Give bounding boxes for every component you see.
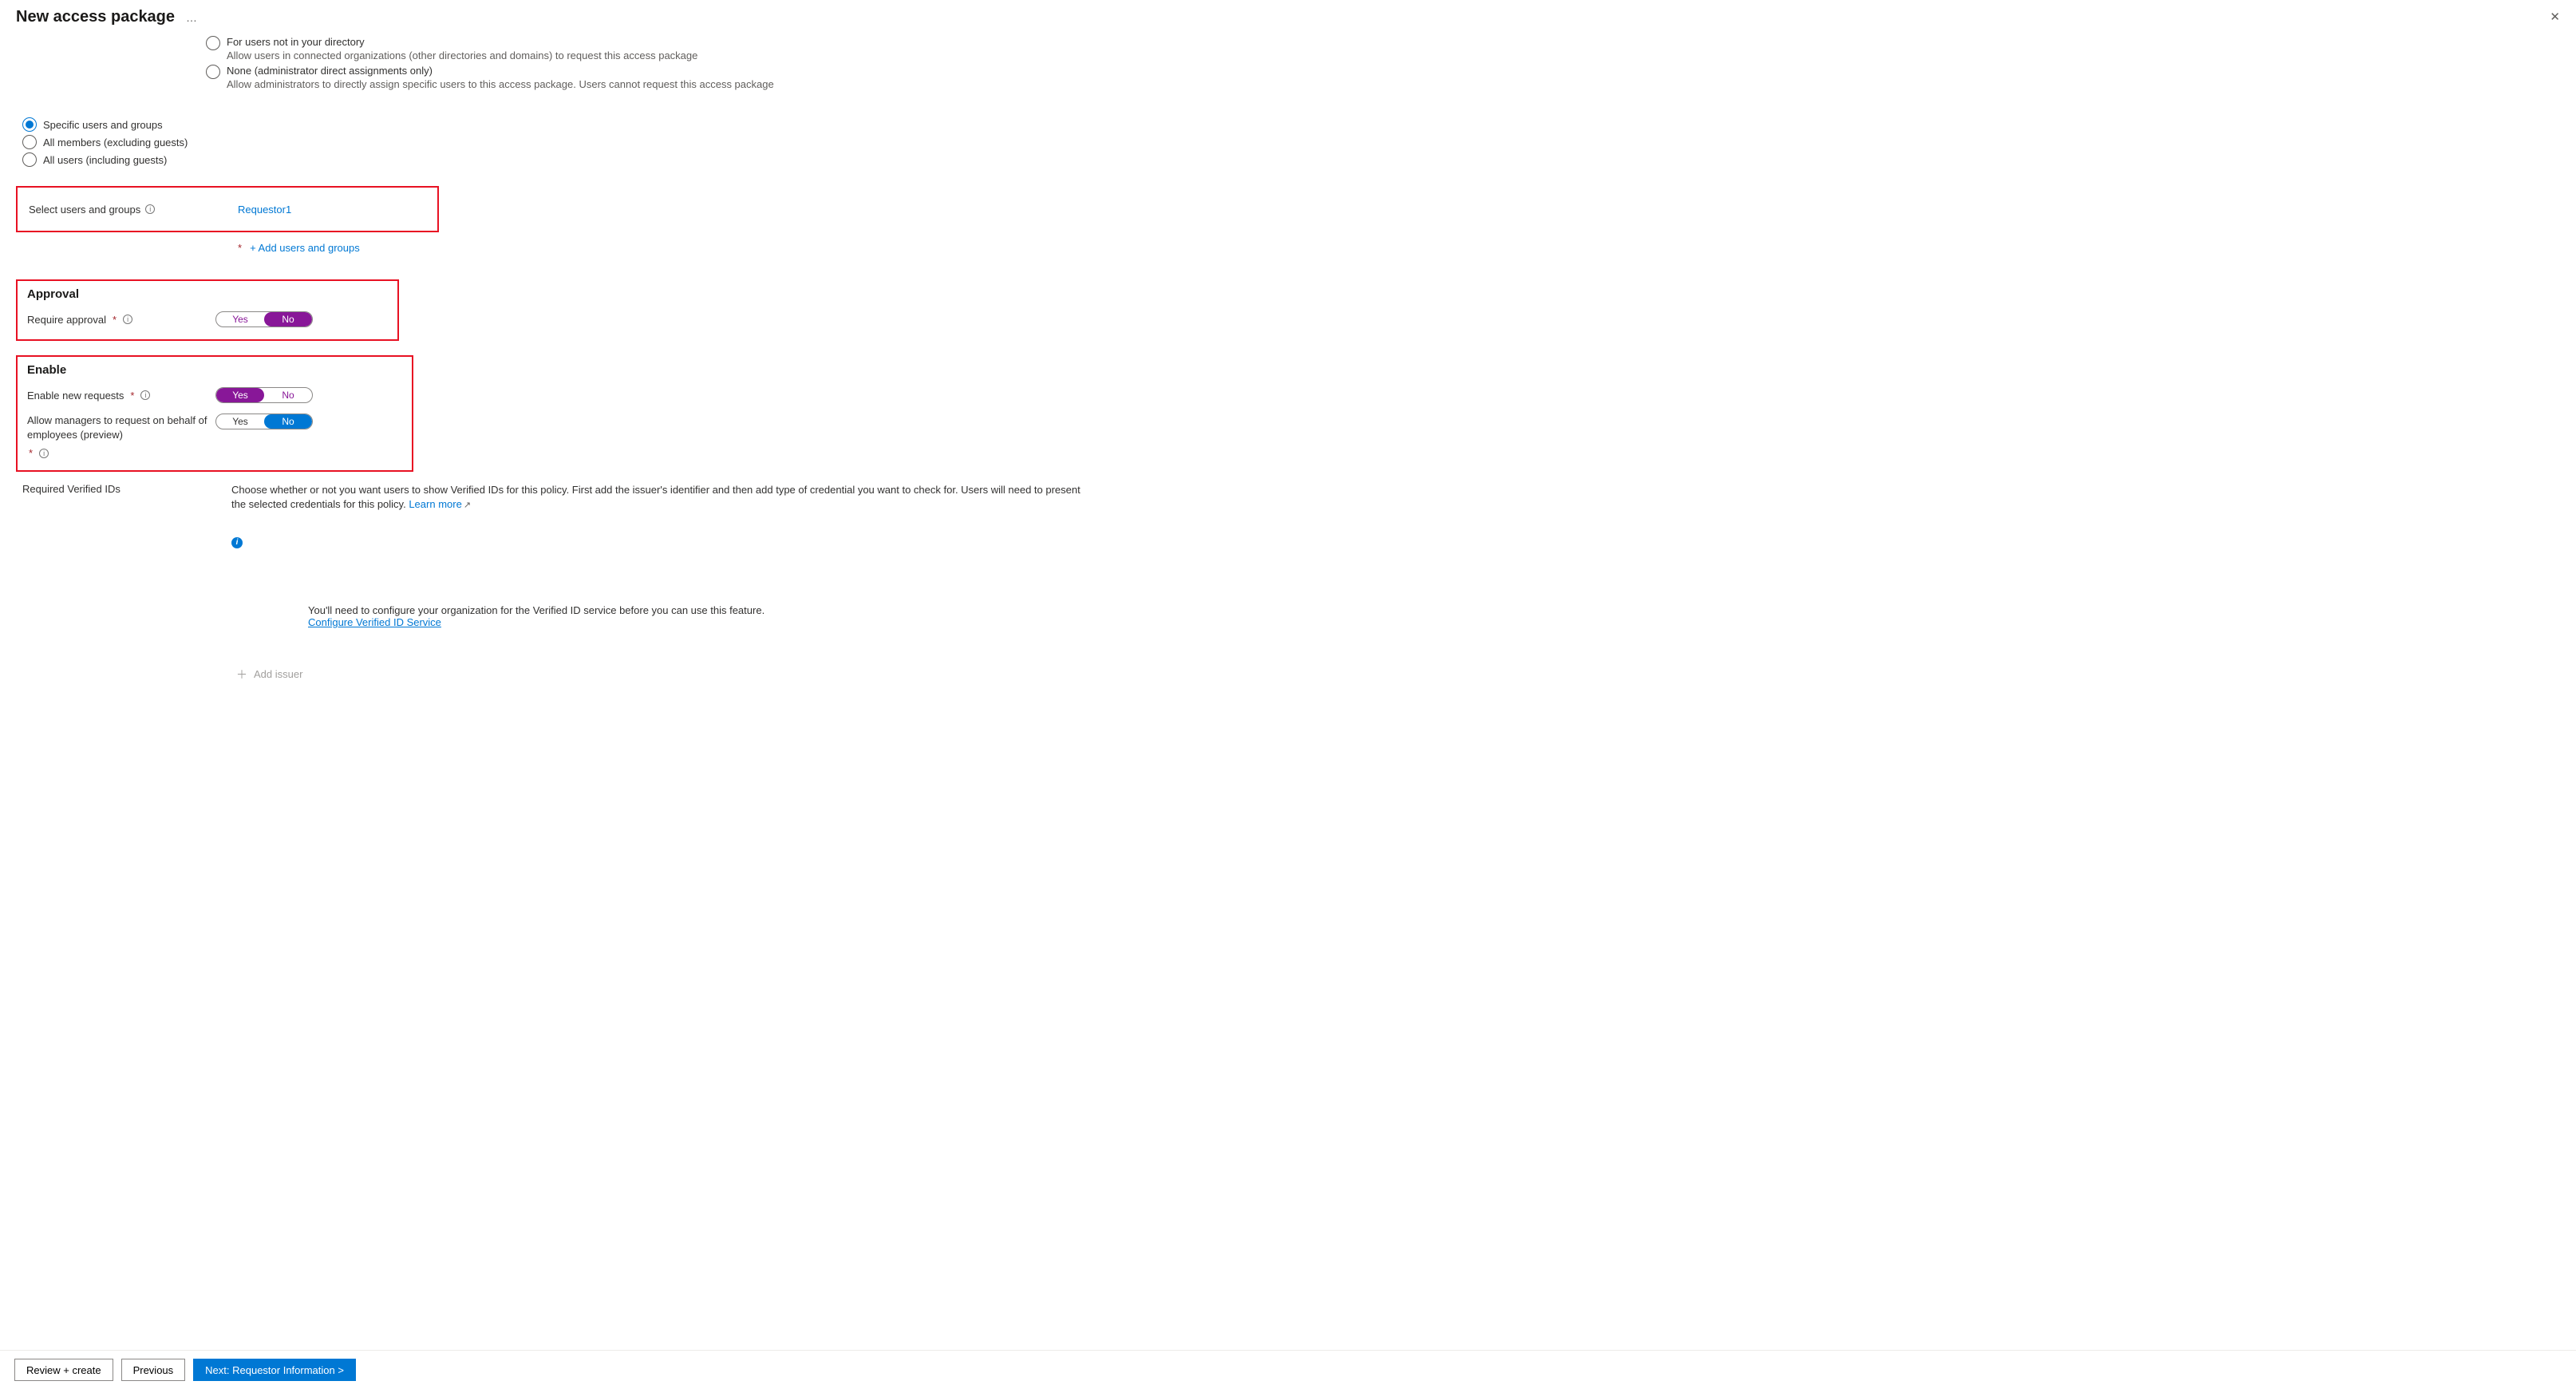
radio-not-in-directory[interactable]: For users not in your directory Allow us… (206, 36, 1173, 61)
toggle-no[interactable]: No (264, 414, 312, 429)
configure-prompt-text: You'll need to configure your organizati… (308, 604, 1173, 616)
required-verified-ids-label: Required Verified IDs (22, 483, 121, 495)
radio-selected-icon (22, 117, 37, 132)
selected-user-chip[interactable]: Requestor1 (238, 204, 291, 216)
radio-label: For users not in your directory (227, 36, 697, 48)
required-star-icon: * (113, 314, 117, 326)
review-create-button[interactable]: Review + create (14, 1359, 113, 1381)
radio-description: Allow users in connected organizations (… (227, 49, 697, 61)
radio-description: Allow administrators to directly assign … (227, 78, 774, 90)
radio-label: None (administrator direct assignments o… (227, 65, 774, 77)
radio-label: Specific users and groups (43, 119, 163, 131)
enable-section: Enable Enable new requests * i Yes No Al… (16, 355, 413, 472)
select-users-label: Select users and groups (29, 204, 140, 216)
select-users-section: Select users and groups i Requestor1 (16, 186, 439, 232)
external-link-icon: ↗ (464, 501, 471, 510)
require-approval-label: Require approval (27, 314, 106, 326)
radio-label: All members (excluding guests) (43, 137, 188, 148)
info-icon[interactable]: i (145, 204, 155, 214)
approval-section: Approval Require approval * i Yes No (16, 279, 399, 341)
toggle-no[interactable]: No (264, 312, 312, 326)
allow-managers-label: Allow managers to request on behalf of e… (27, 414, 215, 441)
radio-specific-users-groups[interactable]: Specific users and groups (22, 117, 1173, 132)
add-users-groups-link[interactable]: + Add users and groups (250, 242, 360, 254)
required-star-icon: * (130, 390, 134, 402)
radio-icon (206, 65, 220, 79)
configure-verified-id-link[interactable]: Configure Verified ID Service (308, 616, 441, 628)
info-icon[interactable]: i (123, 315, 132, 324)
toggle-no[interactable]: No (264, 388, 312, 402)
page-title: New access package (16, 8, 175, 26)
radio-label: All users (including guests) (43, 154, 167, 166)
radio-all-users[interactable]: All users (including guests) (22, 152, 1173, 167)
previous-button[interactable]: Previous (121, 1359, 186, 1381)
verified-ids-description: Choose whether or not you want users to … (231, 484, 1081, 511)
radio-all-members[interactable]: All members (excluding guests) (22, 135, 1173, 149)
approval-title: Approval (27, 287, 388, 301)
wizard-footer: Review + create Previous Next: Requestor… (0, 1350, 2576, 1389)
close-icon[interactable]: ✕ (2550, 10, 2560, 24)
info-ball-icon: i (231, 537, 243, 548)
enable-new-requests-toggle[interactable]: Yes No (215, 387, 313, 403)
toggle-yes[interactable]: Yes (216, 414, 264, 429)
add-issuer-label: Add issuer (254, 668, 302, 680)
required-star-icon: * (29, 446, 33, 461)
info-icon[interactable]: i (39, 449, 49, 458)
radio-icon (22, 135, 37, 149)
plus-icon: ＋ (236, 667, 247, 683)
enable-new-requests-label: Enable new requests (27, 390, 124, 402)
add-issuer-button: ＋ Add issuer (236, 667, 1173, 683)
allow-managers-toggle[interactable]: Yes No (215, 414, 313, 429)
more-menu-icon[interactable]: … (186, 11, 197, 24)
enable-title: Enable (27, 363, 402, 377)
radio-icon (22, 152, 37, 167)
info-icon[interactable]: i (140, 390, 150, 400)
toggle-yes[interactable]: Yes (216, 388, 264, 402)
radio-none[interactable]: None (administrator direct assignments o… (206, 65, 1173, 90)
learn-more-link[interactable]: Learn more (409, 498, 461, 510)
next-button[interactable]: Next: Requestor Information > (193, 1359, 356, 1381)
radio-icon (206, 36, 220, 50)
require-approval-toggle[interactable]: Yes No (215, 311, 313, 327)
required-star-icon: * (238, 242, 242, 254)
toggle-yes[interactable]: Yes (216, 312, 264, 326)
